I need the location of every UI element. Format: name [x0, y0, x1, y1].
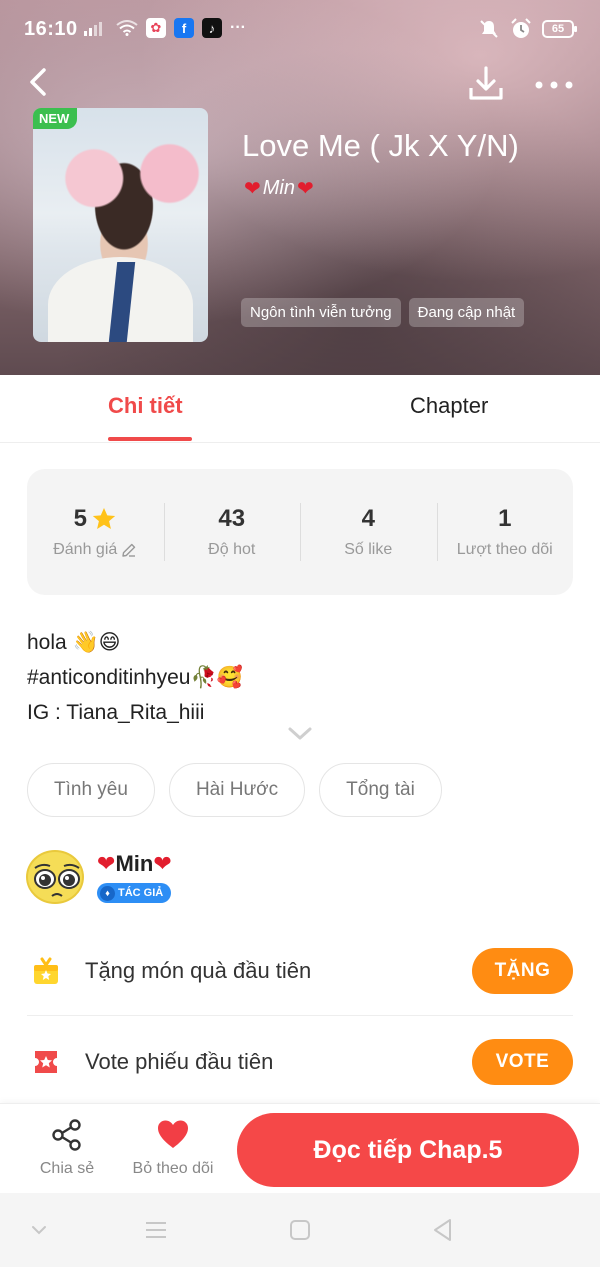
- alarm-icon: [511, 18, 531, 38]
- story-description: hola 👋😄 #anticonditinhyeu🥀🥰 IG : Tiana_R…: [27, 625, 243, 730]
- stat-rating[interactable]: 5 Đánh giá: [27, 505, 164, 559]
- tag-list: Tình yêu Hài Hước Tổng tài: [27, 763, 442, 817]
- vote-row: Vote phiếu đầu tiên VOTE: [27, 1017, 573, 1107]
- description-line: IG : Tiana_Rita_hiii: [27, 701, 205, 724]
- description-line: #anticonditinhyeu🥀🥰: [27, 666, 243, 689]
- facebook-app-icon: f: [174, 18, 194, 38]
- stat-rating-value-row: 5: [27, 505, 164, 533]
- author-role-label: TÁC GIẢ: [118, 887, 164, 899]
- stat-likes-label: Số like: [344, 541, 393, 558]
- tag-chip[interactable]: Tổng tài: [319, 763, 442, 817]
- stat-rating-label: Đánh giá: [53, 541, 118, 558]
- story-cover-image[interactable]: NEW: [33, 108, 208, 342]
- gift-label: Tặng món quà đầu tiên: [85, 957, 312, 983]
- back-button[interactable]: [20, 62, 56, 102]
- stat-hot-label: Độ hot: [208, 541, 256, 558]
- heart-icon: ❤: [297, 178, 314, 200]
- stats-card: 5 Đánh giá 43 Độ hot 4 Số like 1 Lượt th…: [27, 469, 573, 595]
- tab-detail[interactable]: Chi tiết: [108, 393, 183, 419]
- author-role-badge: ♦ TÁC GIẢ: [97, 883, 172, 903]
- stat-rating-value: 5: [73, 505, 87, 532]
- status-icons-right: 65: [478, 18, 577, 40]
- nav-back-icon[interactable]: [430, 1217, 456, 1243]
- author-name-text: Min: [115, 851, 154, 876]
- story-title: Love Me ( Jk X Y/N): [242, 128, 519, 163]
- gift-button[interactable]: TẶNG: [472, 947, 573, 994]
- share-button[interactable]: Chia sẻ: [36, 1118, 98, 1178]
- stat-followers: 1 Lượt theo dõi: [436, 503, 574, 561]
- photos-app-icon: ✿: [146, 18, 166, 38]
- unfollow-button[interactable]: Bỏ theo dõi: [128, 1118, 218, 1178]
- share-label: Chia sẻ: [39, 1160, 95, 1177]
- unfollow-label: Bỏ theo dõi: [132, 1160, 214, 1177]
- tag-chip[interactable]: Hài Hước: [168, 763, 306, 817]
- pencil-icon: [122, 543, 136, 557]
- heart-icon: ❤: [97, 851, 116, 876]
- nav-collapse-icon[interactable]: [26, 1217, 52, 1243]
- vote-button[interactable]: VOTE: [472, 1039, 573, 1085]
- star-icon: [92, 507, 116, 529]
- continue-reading-button[interactable]: Đọc tiếp Chap.5: [237, 1113, 579, 1187]
- download-button[interactable]: [466, 64, 506, 104]
- more-dots-icon: [535, 81, 573, 89]
- status-icons-left: ✿ f ♪ ···: [84, 18, 246, 38]
- stat-likes-value: 4: [361, 505, 375, 532]
- vote-ticket-icon: [35, 1051, 57, 1073]
- expand-description-button[interactable]: [286, 724, 314, 744]
- chevron-down-icon: [288, 727, 312, 740]
- battery-indicator: 65: [542, 20, 577, 38]
- share-icon: [52, 1119, 81, 1151]
- stat-likes: 4 Số like: [300, 503, 437, 561]
- tag-chip[interactable]: Tình yêu: [27, 763, 155, 817]
- tiktok-app-icon: ♪: [202, 18, 222, 38]
- header-author-name: Min: [262, 177, 295, 199]
- pleading-face-avatar: [34, 863, 80, 897]
- stat-followers-value: 1: [498, 505, 512, 532]
- stat-hot-value: 43: [218, 505, 246, 532]
- stat-followers-label: Lượt theo dõi: [456, 541, 553, 558]
- system-nav-bar: [0, 1193, 600, 1267]
- status-time: 16:10: [24, 18, 78, 40]
- genre-chip[interactable]: Ngôn tình viễn tưởng: [241, 298, 401, 327]
- story-header: 16:10 ✿ f ♪ ··· 65 NEW Love Me (Jk X Y/…: [0, 0, 600, 375]
- download-icon: [469, 66, 503, 100]
- genre-chips: Ngôn tình viễn tưởng Đang cập nhật: [241, 298, 525, 327]
- vote-label: Vote phiếu đầu tiên: [85, 1049, 274, 1074]
- badge-drop-icon: ♦: [100, 885, 115, 901]
- nav-home-icon[interactable]: [287, 1217, 313, 1243]
- gift-icon: [34, 957, 58, 984]
- more-options-button[interactable]: [532, 70, 576, 100]
- signal-icon: [84, 22, 102, 36]
- gift-row: Tặng món quà đầu tiên TẶNG: [27, 926, 573, 1016]
- status-bar: 16:10 ✿ f ♪ ··· 65: [0, 0, 600, 60]
- stat-hot: 43 Độ hot: [163, 503, 301, 561]
- header-author[interactable]: ❤ Min ❤: [244, 176, 314, 201]
- more-notifications-icon: ···: [230, 19, 246, 36]
- mute-vibrate-icon: [480, 20, 498, 38]
- heart-icon: [158, 1120, 188, 1148]
- author-name[interactable]: ❤ Min ❤: [97, 851, 172, 877]
- tab-chapter[interactable]: Chapter: [410, 393, 488, 419]
- stat-rating-label-row: Đánh giá: [27, 541, 164, 559]
- tab-bar: Chi tiết Chapter: [0, 375, 600, 443]
- wifi-icon: [116, 20, 138, 36]
- heart-icon: ❤: [244, 178, 261, 200]
- heart-icon: ❤: [153, 851, 172, 876]
- status-chip: Đang cập nhật: [408, 298, 525, 327]
- nav-menu-icon[interactable]: [143, 1217, 169, 1243]
- active-tab-indicator: [108, 437, 192, 441]
- new-badge: NEW: [33, 108, 78, 129]
- author-avatar[interactable]: [26, 850, 84, 904]
- chevron-left-icon: [30, 68, 46, 96]
- description-line: hola 👋😄: [27, 631, 121, 654]
- bottom-action-bar: Chia sẻ Bỏ theo dõi Đọc tiếp Chap.5: [0, 1103, 600, 1193]
